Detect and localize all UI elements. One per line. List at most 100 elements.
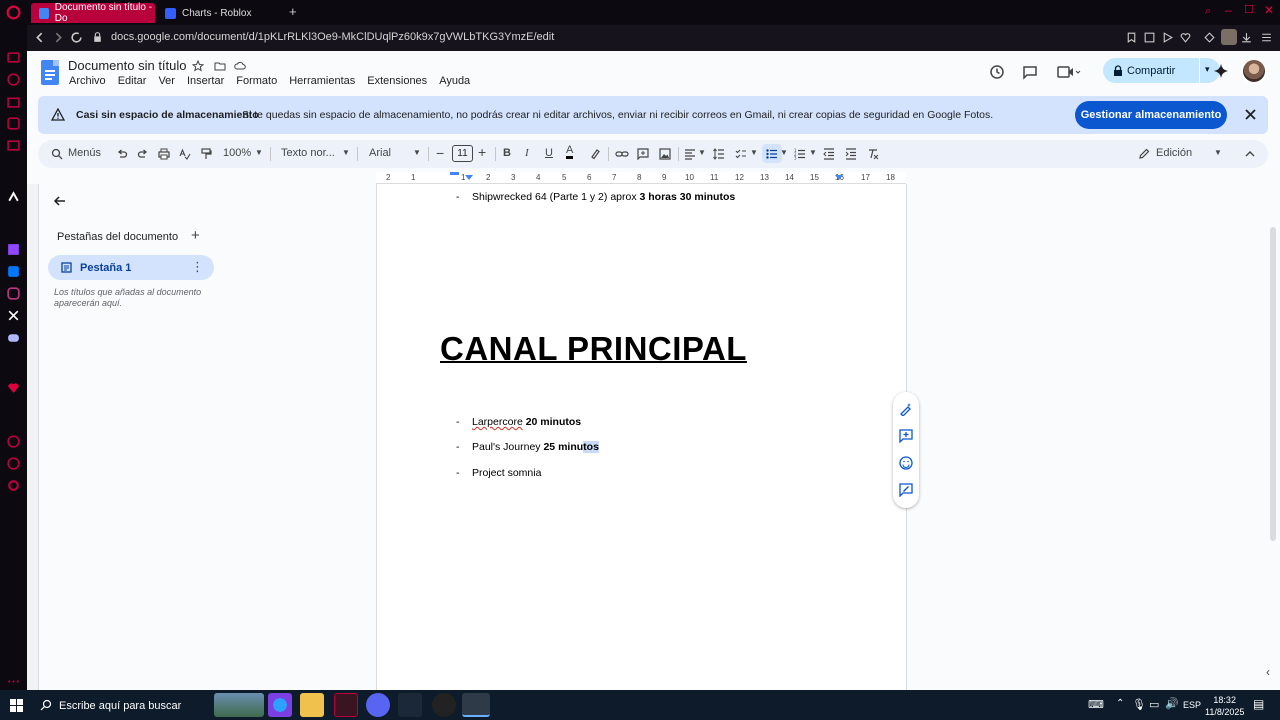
browser-tab-docs[interactable]: Documento sin título - Do	[31, 2, 155, 24]
scrollbar[interactable]	[1270, 227, 1276, 541]
gx-corner-icon[interactable]	[6, 72, 21, 87]
decrease-font-size-icon[interactable]: −	[436, 145, 444, 161]
chevron-down-icon[interactable]: ▼	[750, 148, 758, 157]
insert-comment-icon[interactable]	[637, 148, 649, 160]
close-icon[interactable]	[1244, 108, 1257, 121]
editing-mode-select[interactable]: Edición	[1156, 147, 1192, 159]
right-indent-marker[interactable]	[835, 175, 843, 180]
font-select[interactable]: Arial	[369, 147, 391, 159]
favorites-icon[interactable]	[6, 380, 21, 395]
menu-editar[interactable]: Editar	[118, 75, 147, 87]
search-icon[interactable]	[51, 148, 63, 160]
url-field[interactable]: docs.google.com/document/d/1pKLrRLKl3Oe9…	[111, 31, 554, 43]
version-history-icon[interactable]	[989, 64, 1005, 80]
file-explorer-icon[interactable]	[300, 693, 324, 717]
italic-icon[interactable]: I	[525, 147, 529, 159]
snapshot-icon[interactable]	[1143, 31, 1156, 44]
menu-ver[interactable]: Ver	[158, 75, 175, 87]
horizontal-ruler[interactable]: 2 1 1 2 3 4 5 6 7 8 9 10 11 12 13 14 15 …	[376, 172, 906, 184]
document-page[interactable]: - Shipwrecked 64 (Parte 1 y 2) aprox 3 h…	[376, 184, 907, 690]
back-icon[interactable]	[33, 31, 46, 44]
download-icon[interactable]	[1240, 31, 1253, 44]
menu-herramientas[interactable]: Herramientas	[289, 75, 355, 87]
obs-taskbar-icon[interactable]	[432, 693, 456, 717]
comments-icon[interactable]	[1022, 64, 1038, 80]
redo-icon[interactable]	[137, 148, 149, 160]
search-highlight-image[interactable]	[214, 693, 264, 717]
steam-taskbar-icon[interactable]	[398, 693, 422, 717]
chevron-down-icon[interactable]: ▼	[413, 148, 421, 157]
menu-insertar[interactable]: Insertar	[187, 75, 224, 87]
chevron-up-icon[interactable]: ⌃	[1116, 698, 1124, 709]
minimize-icon[interactable]: –	[1225, 3, 1232, 17]
first-line-indent-marker[interactable]	[450, 172, 459, 175]
menu-formato[interactable]: Formato	[236, 75, 277, 87]
zoom-select[interactable]: 100%	[223, 147, 251, 159]
gx-control-icon[interactable]	[6, 50, 21, 65]
chevron-down-icon[interactable]: ▼	[698, 148, 706, 157]
undo-icon[interactable]	[116, 148, 128, 160]
notifications-icon[interactable]: ▤	[1253, 697, 1264, 711]
lock-icon[interactable]	[91, 31, 104, 44]
emoji-reaction-icon[interactable]	[899, 456, 913, 470]
opera-logo-icon[interactable]	[6, 5, 21, 20]
history-icon[interactable]	[6, 434, 21, 449]
left-indent-marker[interactable]	[465, 175, 473, 180]
bookmark-icon[interactable]	[1125, 31, 1138, 44]
volume-icon[interactable]: 🔊	[1165, 697, 1179, 710]
spellcheck-icon[interactable]	[179, 148, 191, 160]
chevron-down-icon[interactable]: ▼	[809, 148, 817, 157]
discord-icon[interactable]	[6, 330, 21, 345]
extensions-icon[interactable]	[1203, 31, 1216, 44]
battery-icon[interactable]: ▭	[1149, 698, 1159, 711]
twitch-gx-icon[interactable]	[6, 116, 21, 131]
heart-icon[interactable]	[1179, 31, 1192, 44]
reload-icon[interactable]	[70, 31, 83, 44]
paragraph-style-select[interactable]: Texto nor...	[281, 147, 335, 159]
print-icon[interactable]	[158, 148, 170, 160]
decrease-indent-icon[interactable]	[823, 148, 835, 160]
add-comment-icon[interactable]	[899, 429, 913, 443]
new-tab-icon[interactable]: +	[289, 4, 297, 19]
search-menus-input[interactable]: Menús	[68, 147, 101, 159]
profile-icon[interactable]	[1221, 29, 1237, 45]
vertical-ruler[interactable]	[27, 184, 39, 690]
underline-icon[interactable]: U	[545, 147, 553, 159]
snipping-tool-taskbar-icon[interactable]	[462, 693, 490, 717]
bulleted-list-button[interactable]	[762, 144, 782, 163]
highlight-icon[interactable]	[589, 148, 601, 160]
gemini-icon[interactable]	[1213, 63, 1229, 79]
insert-image-icon[interactable]	[659, 148, 671, 160]
back-arrow-icon[interactable]	[53, 194, 67, 208]
chevron-down-icon[interactable]: ▾	[1205, 64, 1210, 75]
vk-icon[interactable]	[6, 264, 21, 279]
more-icon[interactable]	[6, 674, 21, 689]
chevron-down-icon[interactable]: ▼	[780, 148, 788, 157]
document-title[interactable]: Documento sin título	[68, 58, 187, 73]
copilot-icon[interactable]	[268, 693, 292, 717]
avatar[interactable]	[1241, 58, 1267, 84]
numbered-list-icon[interactable]: 123	[794, 148, 806, 160]
settings-icon[interactable]	[6, 478, 21, 493]
chevron-down-icon[interactable]: ▼	[342, 148, 350, 157]
discord-taskbar-icon[interactable]	[366, 693, 390, 717]
font-size-input[interactable]: 11	[452, 145, 473, 162]
align-icon[interactable]	[684, 148, 696, 160]
increase-indent-icon[interactable]	[845, 148, 857, 160]
player-icon[interactable]	[1161, 31, 1174, 44]
tiktok-icon[interactable]	[6, 190, 21, 205]
manage-storage-button[interactable]: Gestionar almacenamiento	[1075, 101, 1227, 129]
x-icon[interactable]	[6, 308, 21, 323]
cloud-saved-icon[interactable]	[234, 60, 246, 72]
chevron-down-icon[interactable]: ▼	[255, 148, 263, 157]
chevron-down-icon[interactable]: ▼	[1214, 148, 1222, 157]
paint-format-icon[interactable]	[200, 148, 212, 160]
docs-logo-icon[interactable]	[41, 60, 59, 85]
pencil-icon[interactable]	[1138, 148, 1150, 160]
search-tabs-icon[interactable]: ⌕	[1205, 5, 1211, 18]
language-indicator[interactable]: ESP	[1183, 700, 1201, 710]
menu-extensiones[interactable]: Extensiones	[367, 75, 427, 87]
menu-icon[interactable]	[1260, 31, 1273, 44]
menu-archivo[interactable]: Archivo	[69, 75, 106, 87]
clock[interactable]: 18:32 11/8/2025	[1205, 694, 1244, 718]
